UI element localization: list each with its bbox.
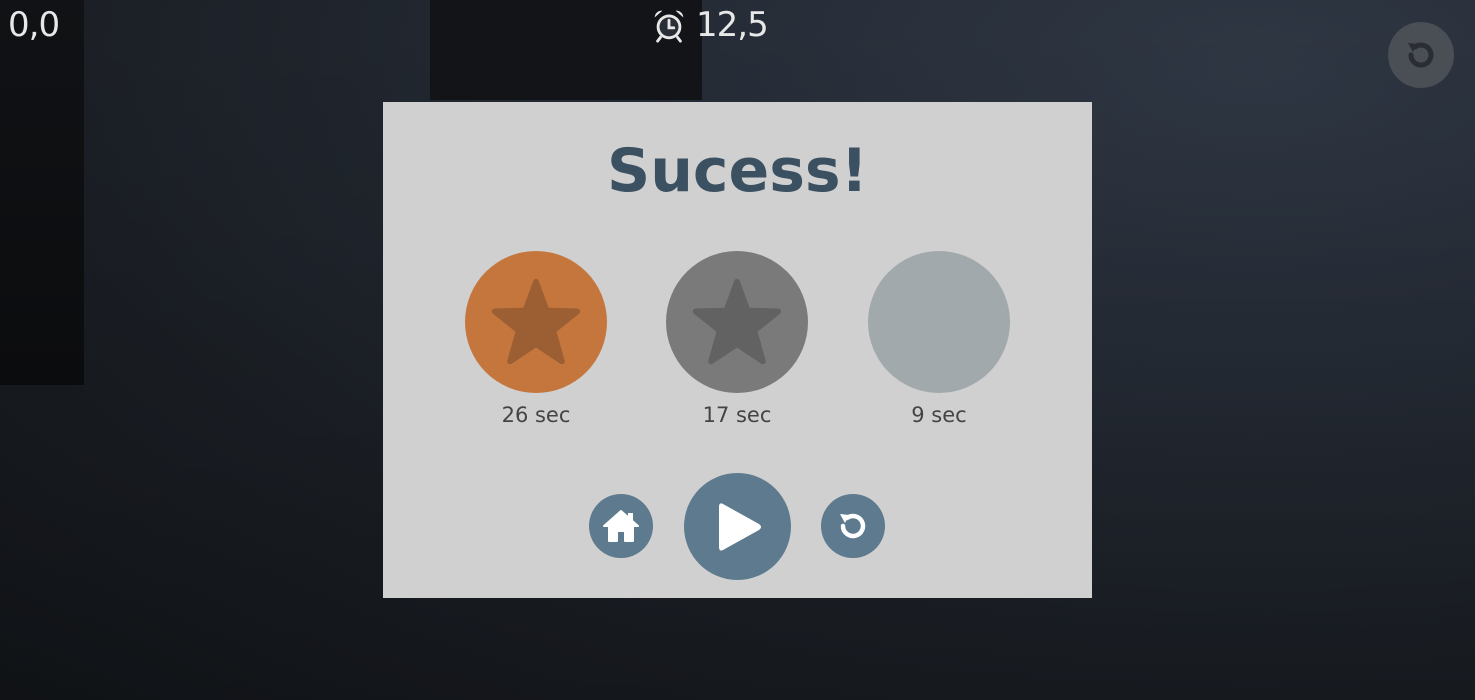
star-time-label: 17 sec: [702, 403, 772, 427]
dialog-title: Sucess!: [607, 136, 868, 206]
star-icon: [491, 278, 581, 365]
restart-icon: [1408, 42, 1434, 68]
star-slot-bronze: 26 sec: [465, 251, 607, 427]
restart-icon: [840, 513, 866, 539]
star-badge: [465, 251, 607, 393]
score-counter: 0,0: [8, 5, 60, 45]
restart-level-button[interactable]: [821, 494, 885, 558]
background-block: [0, 0, 84, 385]
star-slot-gold: 9 sec: [868, 251, 1010, 427]
star-slot-silver: 17 sec: [666, 251, 808, 427]
play-icon: [718, 502, 761, 551]
star-time-label: 26 sec: [501, 403, 571, 427]
timer: 12,5: [650, 5, 769, 45]
star-icon: [692, 278, 782, 365]
alarm-clock-icon: [654, 10, 684, 43]
restart-button[interactable]: [1388, 22, 1454, 88]
home-icon: [603, 510, 639, 542]
timer-value: 12,5: [696, 5, 769, 45]
star-badge-empty: [868, 251, 1010, 393]
star-badge: [666, 251, 808, 393]
success-dialog: Sucess! 26 sec 17 sec 9 sec: [383, 102, 1092, 598]
star-time-label: 9 sec: [911, 403, 967, 427]
play-next-button[interactable]: [684, 473, 791, 580]
home-button[interactable]: [589, 494, 653, 558]
